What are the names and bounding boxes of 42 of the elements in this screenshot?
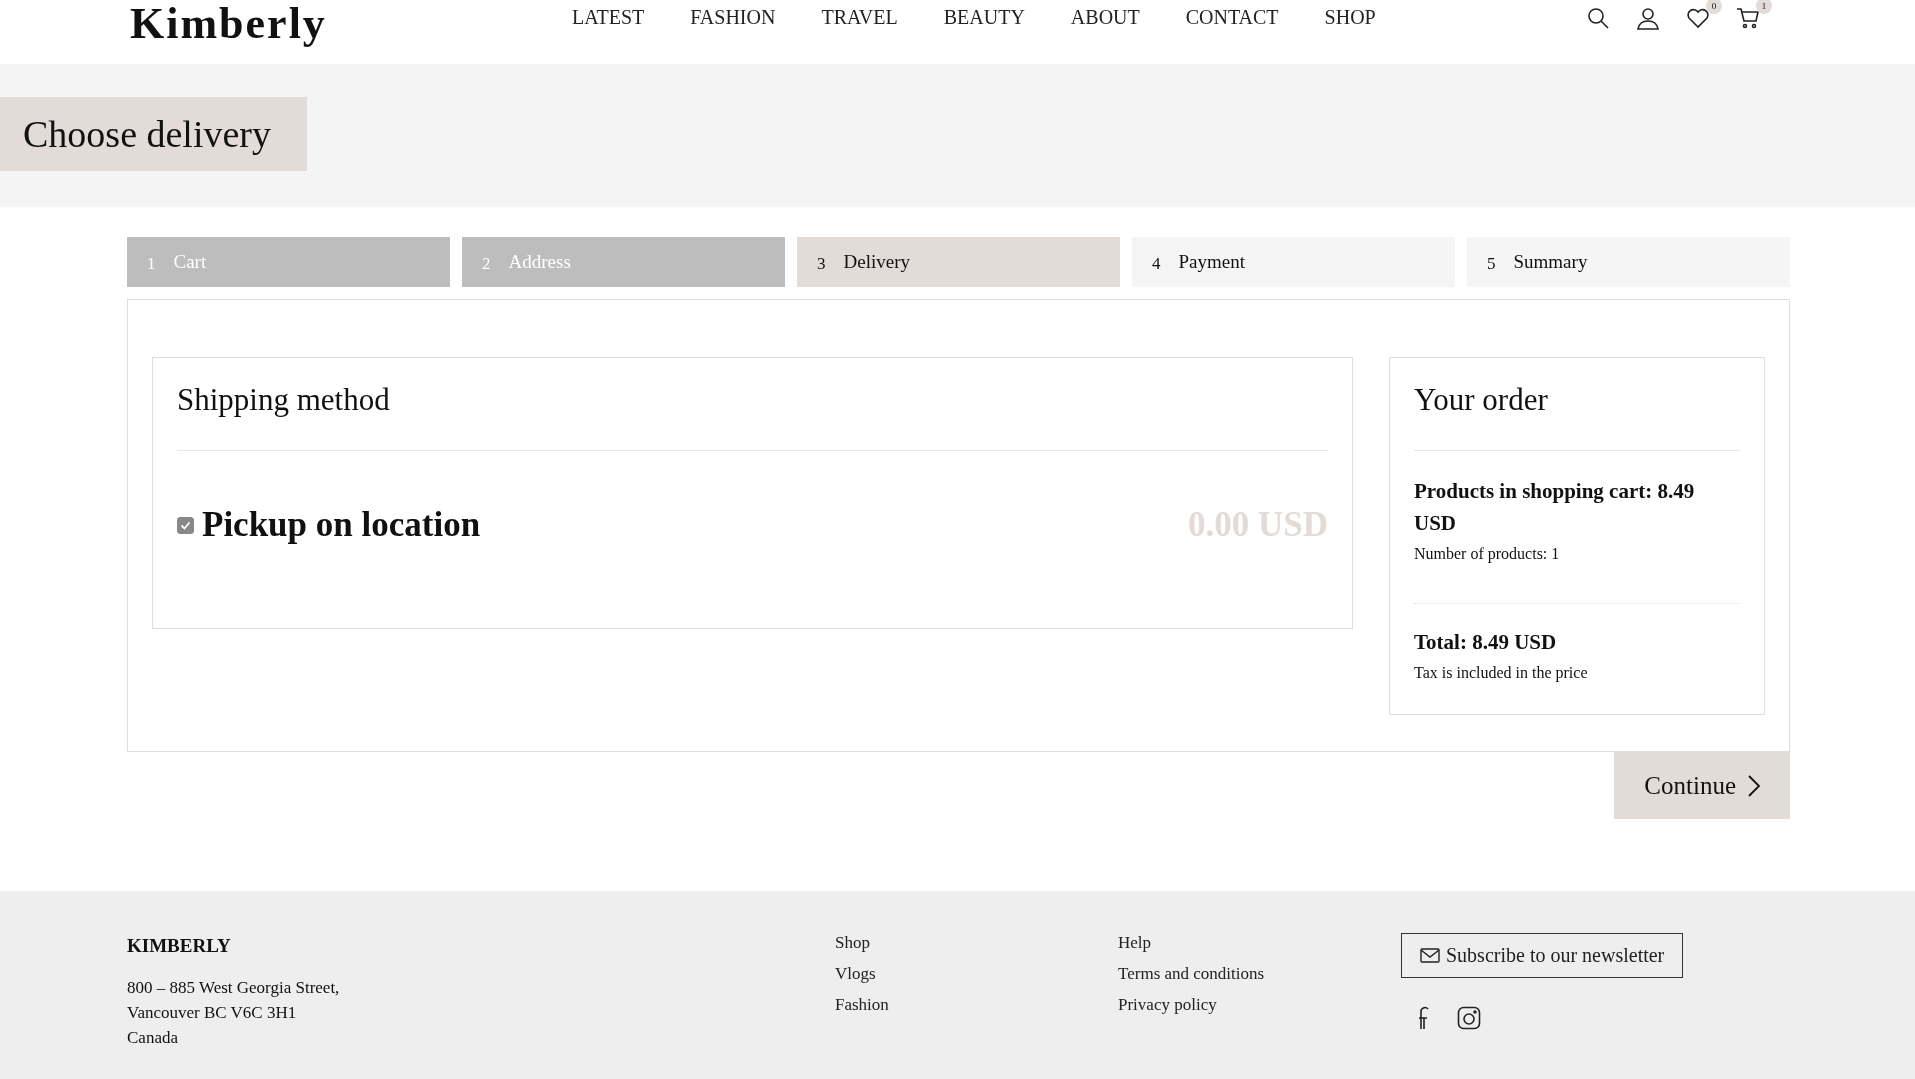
product-count: Number of products: 1 (1414, 545, 1561, 563)
footer-link[interactable]: Shop (835, 927, 1118, 958)
cart-icon[interactable] (1736, 6, 1760, 30)
wishlist-count: 0 (1706, 0, 1722, 14)
nav-link[interactable]: LATEST (572, 6, 645, 29)
nav-link[interactable]: BEAUTY (943, 6, 1025, 29)
nav-link[interactable]: TRAVEL (821, 6, 898, 29)
tax-note: Tax is included in the price (1414, 664, 1589, 682)
card-title: Shipping method (177, 382, 1328, 451)
checkout-step[interactable]: 5 Summary (1467, 237, 1790, 287)
checkout-step[interactable]: 4 Payment (1132, 237, 1455, 287)
user-icon[interactable] (1636, 6, 1660, 30)
nav-link[interactable]: CONTACT (1185, 6, 1279, 29)
search-icon[interactable] (1586, 6, 1610, 30)
checkbox[interactable] (177, 516, 194, 534)
continue-button[interactable]: Continue (1614, 752, 1790, 819)
footer-link[interactable]: Help (1118, 927, 1401, 958)
nav-link[interactable]: SHOP (1324, 6, 1376, 29)
heart-icon[interactable] (1686, 6, 1710, 30)
products-subtotal: Products in shopping cart: 8.49 USD (1414, 478, 1696, 537)
nav-link[interactable]: FASHION (690, 6, 776, 29)
card-title: Your order (1414, 382, 1740, 451)
address-line: 800 – 885 West Georgia Street, (127, 977, 341, 999)
chevron-icon (1748, 774, 1760, 797)
order-total: Total: 8.49 USD (1414, 629, 1558, 656)
address-line: Canada (127, 1027, 179, 1049)
page-title: Choose delivery (0, 96, 307, 171)
logo[interactable]: Kimberly (130, 2, 572, 46)
nav-link[interactable]: ABOUT (1070, 6, 1140, 29)
footer-link[interactable]: Vlogs (835, 958, 1118, 989)
envelope-icon (1420, 948, 1440, 963)
instagram-icon[interactable] (1457, 1006, 1481, 1030)
newsletter-button[interactable]: Subscribe to our newsletter (1401, 933, 1684, 978)
footer-link[interactable]: Terms and conditions (1118, 958, 1401, 989)
footer-brand: KIMBERLY (127, 935, 232, 957)
footer-link[interactable]: Fashion (835, 989, 1118, 1020)
footer-link[interactable]: Privacy policy (1118, 989, 1401, 1020)
checkmark-icon (180, 519, 191, 531)
address-line: Vancouver BC V6C 3H1 (127, 1002, 298, 1024)
cart-count: 1 (1756, 0, 1772, 14)
checkout-step[interactable]: 3 Delivery (797, 237, 1120, 287)
option-label: Pickup on location (202, 505, 481, 545)
